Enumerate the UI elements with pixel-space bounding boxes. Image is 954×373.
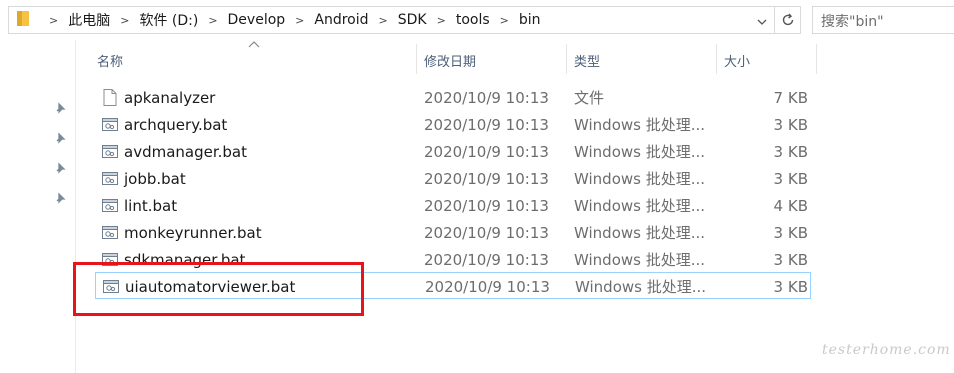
file-size: 3 KB — [773, 223, 808, 242]
file-date: 2020/10/9 10:13 — [424, 88, 549, 107]
watermark: testerhome.com — [822, 342, 951, 358]
column-header-size[interactable]: 大小 — [724, 46, 750, 74]
breadcrumb-item-this-pc[interactable]: 此电脑 — [68, 10, 110, 30]
file-size: 3 KB — [773, 169, 808, 188]
file-size: 4 KB — [773, 196, 808, 215]
file-date: 2020/10/9 10:13 — [424, 115, 549, 134]
chevron-right-icon[interactable]: > — [110, 14, 139, 27]
chevron-right-icon[interactable]: > — [39, 14, 68, 27]
pane-divider[interactable] — [75, 40, 76, 373]
file-row[interactable]: archquery.bat 2020/10/9 10:13 Windows 批处… — [96, 111, 810, 138]
column-divider[interactable] — [416, 44, 417, 74]
file-type: Windows 批处理... — [574, 251, 706, 269]
breadcrumb-item-tools[interactable]: tools — [456, 12, 490, 28]
file-type: Windows 批处理... — [574, 116, 706, 134]
file-type: Windows 批处理... — [574, 143, 706, 161]
breadcrumb-item-bin[interactable]: bin — [519, 12, 541, 28]
breadcrumb-item-develop[interactable]: Develop — [228, 12, 286, 28]
chevron-right-icon[interactable]: > — [285, 14, 314, 27]
chevron-right-icon[interactable]: > — [369, 14, 398, 27]
batch-file-icon — [102, 226, 118, 239]
refresh-button[interactable] — [774, 6, 801, 34]
file-name: avdmanager.bat — [124, 142, 247, 161]
file-row[interactable]: monkeyrunner.bat 2020/10/9 10:13 Windows… — [96, 219, 810, 246]
pin-icon[interactable] — [54, 192, 66, 204]
file-date: 2020/10/9 10:13 — [424, 250, 549, 269]
file-date: 2020/10/9 10:13 — [424, 223, 549, 242]
file-date: 2020/10/9 10:13 — [424, 196, 549, 215]
file-type: Windows 批处理... — [574, 170, 706, 188]
file-size: 3 KB — [773, 250, 808, 269]
file-type: Windows 批处理... — [574, 224, 706, 242]
sort-ascending-icon — [248, 41, 260, 48]
column-header-name[interactable]: 名称 — [97, 46, 123, 74]
search-placeholder: 搜索"bin" — [821, 14, 884, 30]
address-row: > 此电脑 > 软件 (D:) > Develop > Android > SD… — [0, 0, 954, 40]
chevron-right-icon[interactable]: > — [427, 14, 456, 27]
file-row[interactable]: lint.bat 2020/10/9 10:13 Windows 批处理... … — [96, 192, 810, 219]
pin-icon[interactable] — [54, 162, 66, 174]
annotation-highlight-box — [73, 262, 364, 316]
refresh-icon — [782, 13, 793, 26]
breadcrumb-item-android[interactable]: Android — [314, 12, 368, 28]
column-header-type[interactable]: 类型 — [574, 46, 600, 74]
chevron-right-icon[interactable]: > — [490, 14, 519, 27]
column-divider[interactable] — [566, 44, 567, 74]
file-date: 2020/10/9 10:13 — [424, 169, 549, 188]
batch-file-icon — [102, 145, 118, 158]
search-input[interactable]: 搜索"bin" — [812, 6, 954, 34]
file-name: jobb.bat — [124, 169, 186, 188]
file-date: 2020/10/9 10:13 — [424, 142, 549, 161]
batch-file-icon — [102, 172, 118, 185]
file-type: 文件 — [574, 89, 605, 107]
file-size: 3 KB — [773, 142, 808, 161]
file-icon — [103, 89, 117, 106]
file-name: monkeyrunner.bat — [124, 223, 262, 242]
file-name: archquery.bat — [124, 115, 228, 134]
chevron-down-icon[interactable] — [757, 19, 767, 25]
file-size: 3 KB — [773, 277, 808, 296]
file-type: Windows 批处理... — [574, 197, 706, 215]
batch-file-icon — [102, 118, 118, 131]
pin-icon[interactable] — [54, 102, 66, 114]
column-divider[interactable] — [816, 44, 817, 74]
file-size: 7 KB — [773, 88, 808, 107]
folder-icon — [17, 11, 29, 26]
batch-file-icon — [102, 199, 118, 212]
address-bar[interactable]: > 此电脑 > 软件 (D:) > Develop > Android > SD… — [8, 6, 775, 34]
pin-icon[interactable] — [54, 132, 66, 144]
file-row[interactable]: jobb.bat 2020/10/9 10:13 Windows 批处理... … — [96, 165, 810, 192]
file-type: Windows 批处理... — [575, 278, 707, 296]
file-row[interactable]: apkanalyzer 2020/10/9 10:13 文件 7 KB — [96, 84, 810, 111]
file-date: 2020/10/9 10:13 — [425, 277, 550, 296]
file-name: apkanalyzer — [124, 88, 216, 107]
column-header-date[interactable]: 修改日期 — [424, 46, 476, 74]
breadcrumb: > 此电脑 > 软件 (D:) > Develop > Android > SD… — [39, 7, 541, 33]
column-divider[interactable] — [716, 44, 717, 74]
file-size: 3 KB — [773, 115, 808, 134]
breadcrumb-item-sdk[interactable]: SDK — [398, 12, 427, 28]
breadcrumb-item-drive-d[interactable]: 软件 (D:) — [139, 10, 198, 30]
file-name: lint.bat — [124, 196, 178, 215]
file-row[interactable]: avdmanager.bat 2020/10/9 10:13 Windows 批… — [96, 138, 810, 165]
chevron-right-icon[interactable]: > — [198, 14, 227, 27]
